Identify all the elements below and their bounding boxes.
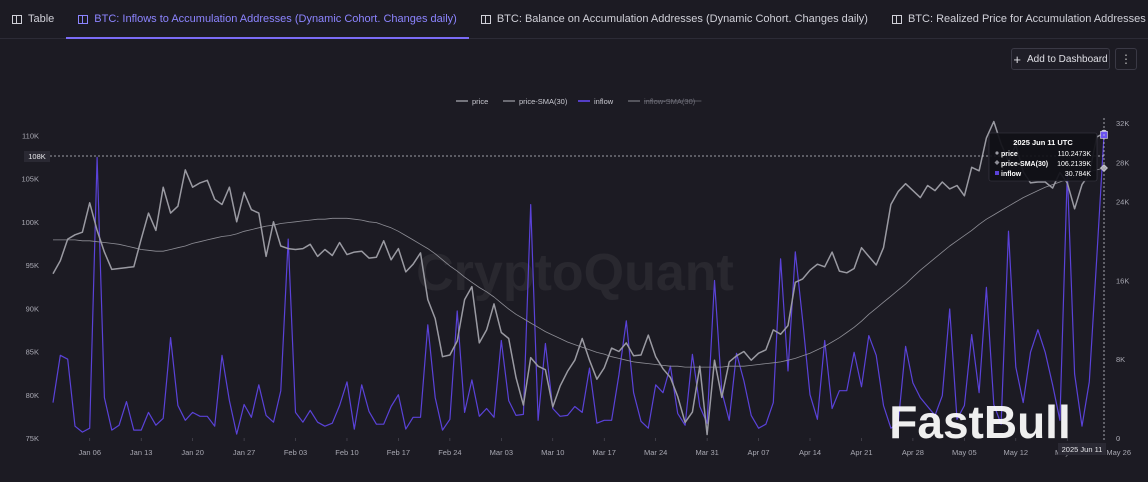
- x-tick-label: Apr 07: [748, 448, 770, 457]
- tooltip-title: 2025 Jun 11 UTC: [1013, 138, 1073, 147]
- tooltip-price-value: 110.2473K: [1058, 151, 1092, 158]
- y-left-tick-label: 110K: [22, 131, 39, 140]
- x-tick-label: Mar 03: [490, 448, 513, 457]
- legend: price price-SMA(30) inflow inflow-SMA(30): [456, 97, 702, 106]
- tooltip-inflow-name: inflow: [1001, 171, 1022, 178]
- chart-area[interactable]: CryptoQuant price price-SMA(30) inflow infl…: [0, 0, 1148, 482]
- x-tick-label: May 26: [1106, 448, 1131, 457]
- y-right-tick-label: 32K: [1116, 119, 1129, 128]
- x-tick-label: Jan 13: [130, 448, 153, 457]
- x-tick-label: Apr 21: [850, 448, 872, 457]
- y-left-tick-label: 90K: [26, 304, 39, 313]
- y-axis-right: 0 8K 16K 24K 28K 32K: [1116, 119, 1129, 443]
- tooltip-sma-value: 106.2139K: [1057, 161, 1091, 168]
- y-axis-left: 75K 80K 85K 90K 95K 100K 105K 110K: [21, 131, 39, 443]
- y-left-tick-label: 95K: [26, 261, 39, 270]
- y-left-tick-label: 85K: [26, 348, 39, 357]
- x-tick-label: Feb 17: [387, 448, 410, 457]
- price-dot-icon: [995, 151, 999, 155]
- tooltip: 2025 Jun 11 UTC price 110.2473K price-SM…: [988, 132, 1098, 182]
- x-tick-label: Jan 06: [78, 448, 101, 457]
- tooltip-sma-name: price-SMA(30): [1001, 161, 1048, 168]
- x-tick-label: Mar 31: [695, 448, 718, 457]
- inflow-square-icon: [995, 171, 999, 175]
- y-left-tick-label: 105K: [21, 175, 39, 184]
- x-tick-label: Jan 27: [233, 448, 256, 457]
- x-tick-label: May 12: [1003, 448, 1028, 457]
- legend-item-inflow-sma-30-[interactable]: inflow-SMA(30): [644, 97, 696, 106]
- x-tick-label: Mar 24: [644, 448, 667, 457]
- legend-item-price[interactable]: price: [472, 97, 488, 106]
- x-tick-label: Feb 24: [438, 448, 461, 457]
- tooltip-price-name: price: [1001, 151, 1018, 158]
- y-right-tick-label: 28K: [1116, 158, 1129, 167]
- y-left-tick-label: 100K: [21, 218, 39, 227]
- x-tick-label: Feb 03: [284, 448, 307, 457]
- legend-item-price-sma-30-[interactable]: price-SMA(30): [519, 97, 568, 106]
- x-tick-label: Mar 17: [593, 448, 616, 457]
- y-right-tick-label: 16K: [1116, 276, 1129, 285]
- legend-item-inflow[interactable]: inflow: [594, 97, 614, 106]
- tooltip-inflow-value: 30.784K: [1065, 171, 1091, 178]
- y-left-tick-label: 80K: [26, 391, 39, 400]
- x-tick-label: May 05: [952, 448, 977, 457]
- y-left-tick-label: 75K: [26, 434, 39, 443]
- y-right-tick-label: 0: [1116, 434, 1120, 443]
- watermark-fastbull: FastBull: [889, 396, 1070, 448]
- crosshair-y-label: 108K: [28, 152, 46, 161]
- x-tick-label: Apr 14: [799, 448, 821, 457]
- x-tick-label: Feb 10: [335, 448, 358, 457]
- x-tick-label: Apr 28: [902, 448, 924, 457]
- x-tick-label: Jan 20: [181, 448, 204, 457]
- y-right-tick-label: 8K: [1116, 355, 1125, 364]
- x-tick-label: Mar 10: [541, 448, 564, 457]
- y-right-tick-label: 24K: [1116, 198, 1129, 207]
- watermark-cryptoquant: CryptoQuant: [416, 244, 734, 302]
